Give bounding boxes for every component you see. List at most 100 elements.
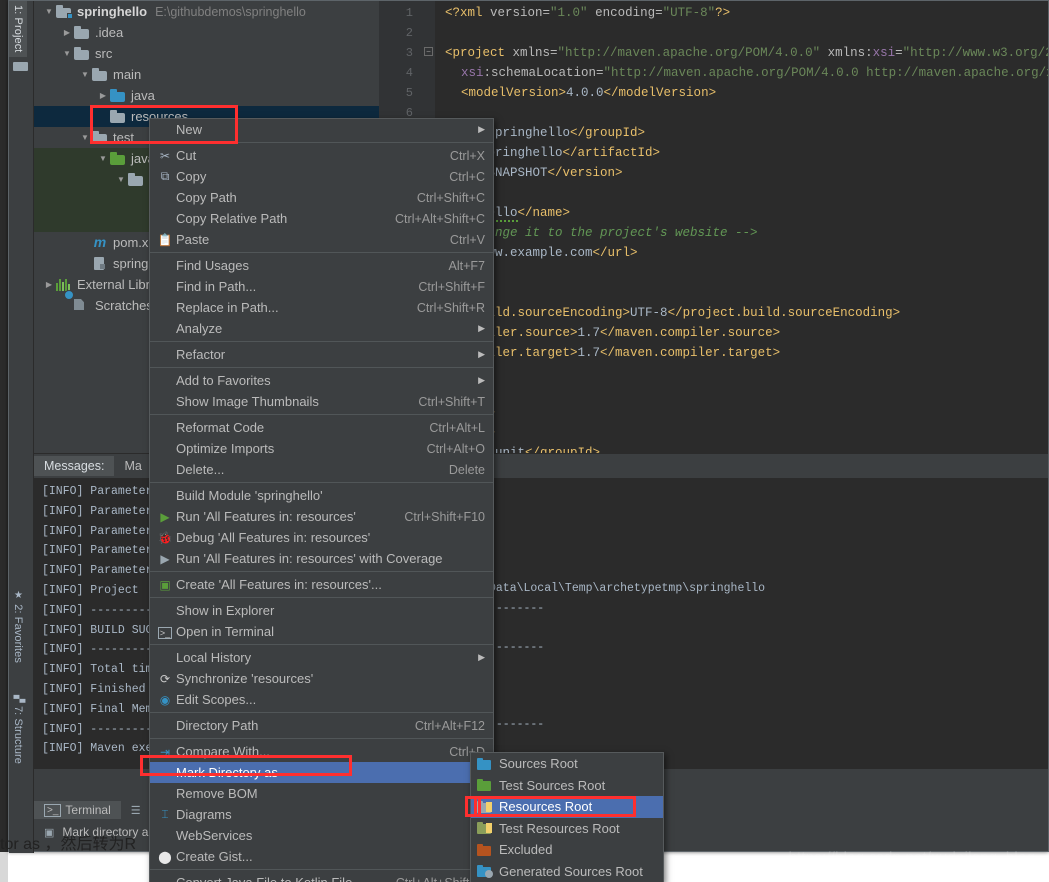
menu-item-find-in-path[interactable]: Find in Path... Ctrl+Shift+F bbox=[150, 276, 493, 297]
tree-node-label: src bbox=[95, 46, 113, 61]
menu-item-show-image-thumbnails[interactable]: Show Image Thumbnails Ctrl+Shift+T bbox=[150, 391, 493, 412]
menu-item-build-module-springhello[interactable]: Build Module 'springhello' bbox=[150, 485, 493, 506]
menu-item-convert-java-file-to-kotlin-file[interactable]: Convert Java File to Kotlin FileCtrl+Alt… bbox=[150, 872, 493, 882]
mark-directory-as-submenu[interactable]: Sources Root Test Sources Root Resources R… bbox=[470, 752, 664, 882]
submenu-item-excluded[interactable]: Excluded bbox=[471, 839, 663, 861]
menu-item-delete[interactable]: Delete... Delete bbox=[150, 459, 493, 480]
chevron-down-icon[interactable]: ▼ bbox=[78, 70, 92, 79]
tree-node-main[interactable]: ▼ main bbox=[34, 64, 379, 85]
menu-item-add-to-favorites[interactable]: Add to Favorites ▶ bbox=[150, 370, 493, 391]
menu-item-label: Cut bbox=[176, 148, 197, 163]
menu-item-diagrams[interactable]: ⌶Diagrams▶ bbox=[150, 804, 493, 825]
menu-item-analyze[interactable]: Analyze ▶ bbox=[150, 318, 493, 339]
menu-item-shortcut: Ctrl+Alt+O bbox=[426, 441, 485, 456]
menu-item-refactor[interactable]: Refactor ▶ bbox=[150, 344, 493, 365]
menu-item-replace-in-path[interactable]: Replace in Path... Ctrl+Shift+R bbox=[150, 297, 493, 318]
menu-item-reformat-code[interactable]: Reformat Code Ctrl+Alt+L bbox=[150, 417, 493, 438]
menu-item-label: Show Image Thumbnails bbox=[176, 394, 319, 409]
menu-item-label: Directory Path bbox=[176, 718, 259, 733]
menu-separator bbox=[150, 644, 493, 645]
chevron-right-icon[interactable]: ▶ bbox=[42, 280, 56, 289]
folder-test-sources-icon bbox=[110, 152, 126, 165]
menu-item-copy[interactable]: ⧉ Copy Ctrl+C bbox=[150, 166, 493, 187]
folder-icon bbox=[110, 110, 126, 123]
menu-item-label: Refactor bbox=[176, 347, 226, 362]
submenu-item-test-resources-root[interactable]: Test Resources Root bbox=[471, 818, 663, 840]
menu-item-copy-relative-path[interactable]: Copy Relative Path Ctrl+Alt+Shift+C bbox=[150, 208, 493, 229]
menu-item-find-usages[interactable]: Find Usages Alt+F7 bbox=[150, 255, 493, 276]
scopes-icon: ◉ bbox=[159, 692, 171, 707]
tree-node-java-main[interactable]: ▶ java bbox=[34, 85, 379, 106]
tree-node-springhello[interactable]: ▼ springhello E:\githubdemos\springhello bbox=[34, 1, 379, 22]
menu-item-webservices[interactable]: WebServices▶ bbox=[150, 825, 493, 846]
chevron-down-icon[interactable]: ▼ bbox=[96, 154, 110, 163]
menu-item-directory-path[interactable]: Directory Path Ctrl+Alt+F12 bbox=[150, 715, 493, 736]
tree-node-label: test bbox=[113, 130, 134, 145]
submenu-item-resources-root[interactable]: Resources Root bbox=[471, 796, 663, 818]
tab-maven[interactable]: Ma bbox=[114, 456, 151, 476]
chevron-right-icon: ▶ bbox=[478, 124, 485, 134]
context-menu[interactable]: New ▶ ✂ Cut Ctrl+X ⧉ Copy Ctrl+C Copy Path Ctrl+S… bbox=[149, 118, 494, 882]
menu-item-create-gist[interactable]: ⬤ Create Gist... bbox=[150, 846, 493, 867]
sidebar-item-project[interactable]: 1: Project bbox=[9, 1, 27, 57]
menu-item-paste[interactable]: 📋 Paste Ctrl+V bbox=[150, 229, 493, 250]
menu-item-label: Compare With... bbox=[176, 744, 270, 759]
chevron-down-icon[interactable]: ▼ bbox=[42, 7, 56, 16]
submenu-item-label: Test Resources Root bbox=[499, 820, 620, 836]
menu-item-create-all-features-in-resources[interactable]: ▣ Create 'All Features in: resources'... bbox=[150, 574, 493, 595]
menu-item-label: Find in Path... bbox=[176, 279, 257, 294]
sidebar-item-structure[interactable]: ▞ 7: Structure bbox=[9, 691, 27, 768]
menu-item-open-in-terminal[interactable]: >_ Open in Terminal bbox=[150, 621, 493, 642]
menu-item-compare-with[interactable]: ⇥ Compare With... Ctrl+D bbox=[150, 741, 493, 762]
tab-messages[interactable]: Messages: bbox=[34, 456, 115, 476]
menu-item-label: Create 'All Features in: resources'... bbox=[176, 577, 382, 592]
cut-icon: ✂ bbox=[159, 148, 171, 163]
menu-item-local-history[interactable]: Local History ▶ bbox=[150, 647, 493, 668]
submenu-item-sources-root[interactable]: Sources Root bbox=[471, 753, 663, 775]
fold-toggle-icon[interactable]: − bbox=[424, 47, 433, 56]
sync-icon: ⟳ bbox=[159, 671, 171, 686]
menu-item-copy-path[interactable]: Copy Path Ctrl+Shift+C bbox=[150, 187, 493, 208]
package-icon bbox=[128, 173, 144, 186]
menu-item-label: Remove BOM bbox=[176, 786, 258, 801]
messages-icon: ☰ bbox=[130, 804, 141, 817]
tree-node-src[interactable]: ▼ src bbox=[34, 43, 379, 64]
editor-content[interactable]: <?xml version="1.0" encoding="UTF-8"?> <… bbox=[435, 1, 1048, 453]
menu-item-optimize-imports[interactable]: Optimize Imports Ctrl+Alt+O bbox=[150, 438, 493, 459]
terminal-icon: >_ bbox=[44, 803, 62, 817]
menu-item-new[interactable]: New ▶ bbox=[150, 119, 493, 140]
sidebar-item-favorites[interactable]: ★ 2: Favorites bbox=[9, 586, 27, 667]
menu-item-remove-bom[interactable]: Remove BOM bbox=[150, 783, 493, 804]
menu-item-mark-directory-as[interactable]: Mark Directory as▶ bbox=[150, 762, 493, 783]
menu-item-edit-scopes[interactable]: ◉ Edit Scopes... bbox=[150, 689, 493, 710]
chevron-down-icon[interactable]: ▼ bbox=[114, 175, 128, 184]
menu-item-label: Create Gist... bbox=[176, 849, 253, 864]
menu-item-synchronize-resources[interactable]: ⟳ Synchronize 'resources' bbox=[150, 668, 493, 689]
tab-messages-bottom[interactable]: ☰ bbox=[121, 802, 151, 819]
chevron-right-icon[interactable]: ▶ bbox=[60, 28, 74, 37]
chevron-down-icon[interactable]: ▼ bbox=[60, 49, 74, 58]
submenu-item-test-sources-root[interactable]: Test Sources Root bbox=[471, 775, 663, 797]
menu-item-label: New bbox=[176, 122, 203, 137]
menu-item-label: Synchronize 'resources' bbox=[176, 671, 314, 686]
resources-root-icon bbox=[477, 800, 492, 813]
project-icon bbox=[13, 59, 29, 71]
diagrams-icon: ⌶ bbox=[161, 807, 169, 821]
tab-terminal[interactable]: >_ Terminal bbox=[34, 801, 121, 819]
menu-item-show-in-explorer[interactable]: Show in Explorer bbox=[150, 600, 493, 621]
chevron-right-icon[interactable]: ▶ bbox=[96, 91, 110, 100]
chevron-down-icon[interactable]: ▼ bbox=[78, 133, 92, 142]
menu-item-shortcut: Ctrl+V bbox=[449, 232, 485, 247]
console-line-fragment: -------- bbox=[489, 718, 545, 731]
menu-item-run-all-features-in-resources-with-coverage[interactable]: ▶ Run 'All Features in: resources' with C… bbox=[150, 548, 493, 569]
menu-item-run-all-features-in-resources[interactable]: ▶ Run 'All Features in: resources' Ctrl+Sh… bbox=[150, 506, 493, 527]
submenu-item-generated-sources-root[interactable]: Generated Sources Root bbox=[471, 861, 663, 882]
menu-item-debug-all-features-in-resources[interactable]: 🐞 Debug 'All Features in: resources' bbox=[150, 527, 493, 548]
menu-item-cut[interactable]: ✂ Cut Ctrl+X bbox=[150, 145, 493, 166]
tree-node-label: springhello bbox=[77, 4, 148, 19]
menu-separator bbox=[150, 571, 493, 572]
tree-node-idea[interactable]: ▶ .idea bbox=[34, 22, 379, 43]
